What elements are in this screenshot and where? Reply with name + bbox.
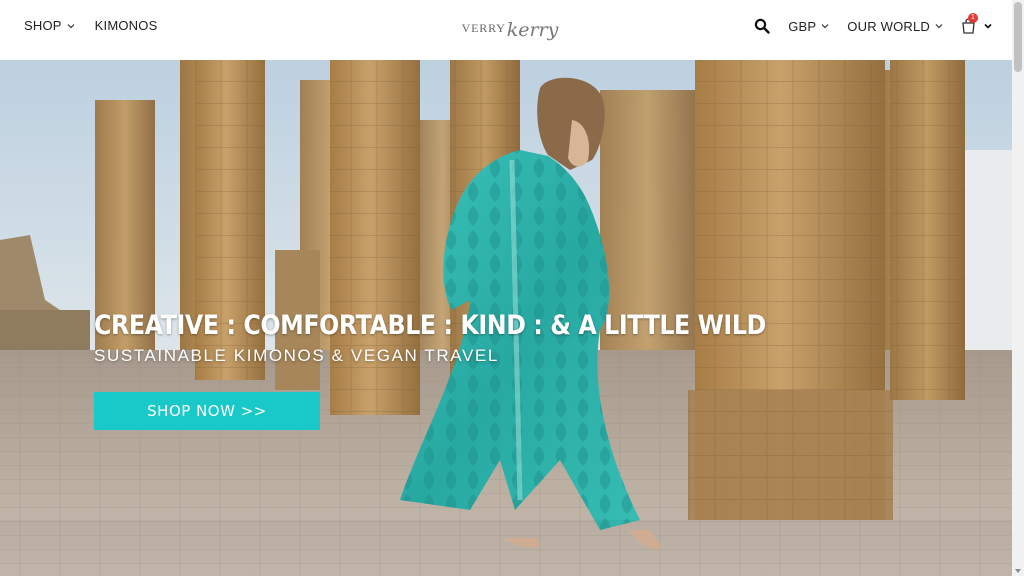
cart-button[interactable]: 1 [961,13,992,34]
nav-our-world[interactable]: OUR WORLD [847,19,943,34]
hero-banner: CREATIVE : COMFORTABLE : KIND : & A LITT… [0,60,1012,576]
nav-kimonos[interactable]: KIMONOS [95,18,158,33]
currency-label: GBP [788,18,817,34]
chevron-down-icon [935,24,943,29]
chevron-down-icon [821,24,829,29]
page-scrollbar[interactable] [1012,0,1024,576]
hero-headline: CREATIVE : COMFORTABLE : KIND : & A LITT… [94,310,766,341]
utility-nav: GBP OUR WORLD 1 [754,13,992,34]
chevron-down-icon [984,23,992,29]
chevron-down-icon [67,23,75,28]
scroll-down-arrow-icon[interactable] [1015,569,1021,573]
site-header: SHOP KIMONOS VERRY kerry GBP OUR WORLD 1 [0,0,1012,60]
logo-verry: VERRY [461,20,506,35]
hero-subline: SUSTAINABLE KIMONOS & VEGAN TRAVEL [94,346,499,365]
nav-shop-label: SHOP [24,18,62,33]
shop-now-button[interactable]: SHOP NOW >> [94,392,320,430]
our-world-label: OUR WORLD [847,18,930,34]
nav-kimonos-label: KIMONOS [94,18,158,33]
search-icon[interactable] [754,18,770,34]
currency-selector[interactable]: GBP [788,19,829,34]
main-nav: SHOP KIMONOS [24,18,157,33]
cart-count-badge: 1 [968,13,978,23]
site-logo[interactable]: VERRY kerry [462,6,559,50]
nav-shop[interactable]: SHOP [24,18,75,33]
scrollbar-thumb[interactable] [1014,2,1022,72]
logo-kerry: kerry [506,19,559,41]
